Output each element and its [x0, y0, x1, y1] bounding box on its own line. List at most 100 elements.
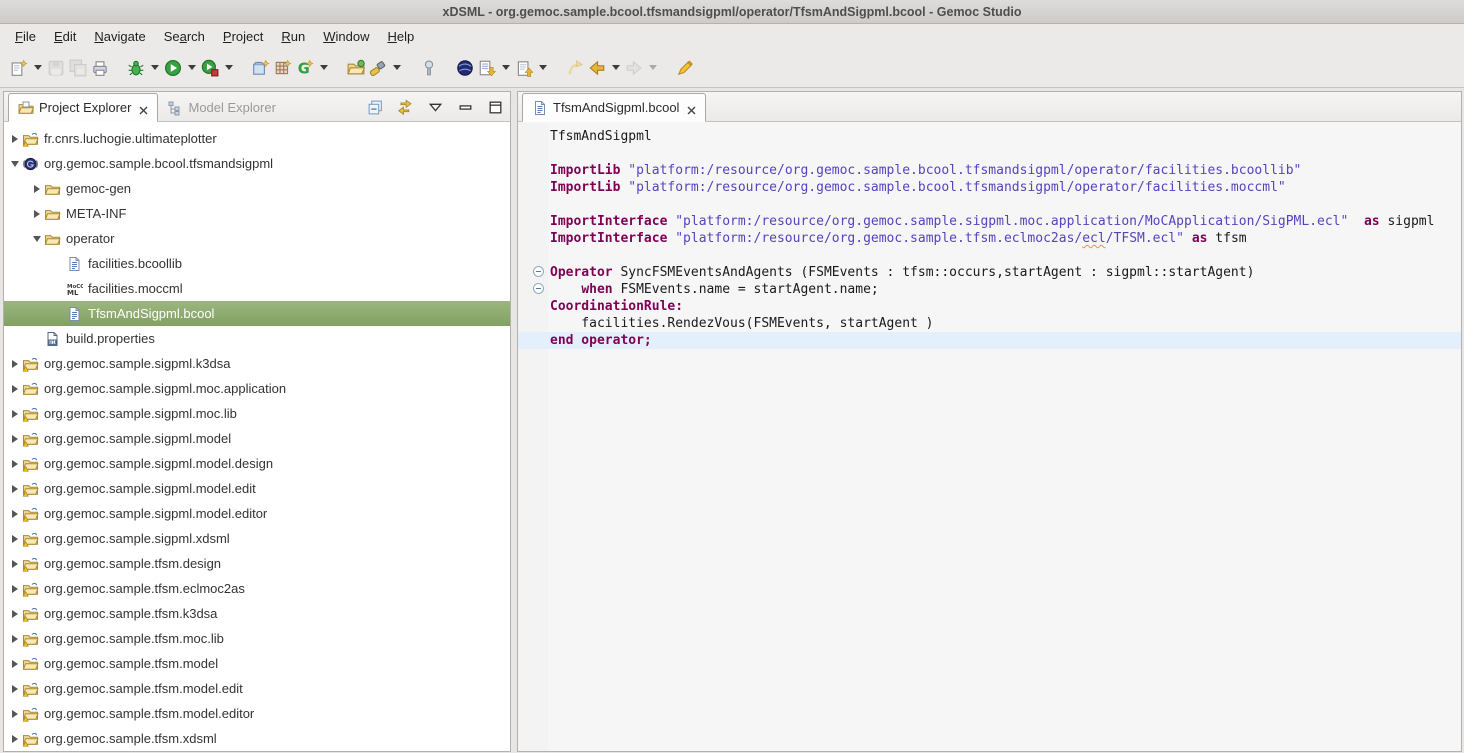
code-content[interactable]: TfsmAndSigpml ImportLib "platform:/resour… — [550, 123, 1461, 751]
run-button[interactable] — [162, 54, 184, 82]
run-configurations-button[interactable] — [199, 54, 221, 82]
fold-collapse-icon[interactable] — [533, 283, 544, 294]
new-wizard-button[interactable] — [8, 54, 30, 82]
new-gemoc-language-dropdown-arrow[interactable] — [320, 65, 328, 70]
expand-arrow-icon[interactable] — [12, 410, 18, 418]
close-icon[interactable] — [139, 103, 148, 112]
code-line[interactable]: TfsmAndSigpml — [550, 128, 1461, 145]
close-icon[interactable] — [687, 103, 696, 112]
view-tab-model-explorer[interactable]: Model Explorer — [158, 93, 284, 122]
expand-arrow-icon[interactable] — [12, 435, 18, 443]
expand-arrow-icon[interactable] — [34, 185, 40, 193]
tree-item-org-gemoc-sample-tfsm-model-edit[interactable]: org.gemoc.sample.tfsm.model.edit — [4, 676, 510, 701]
expand-arrow-icon[interactable] — [12, 385, 18, 393]
open-task-button[interactable] — [476, 54, 498, 82]
code-line[interactable]: ImportLib "platform:/resource/org.gemoc.… — [550, 179, 1461, 196]
window-titlebar[interactable]: xDSML - org.gemoc.sample.bcool.tfsmandsi… — [0, 0, 1464, 24]
tree-item-facilities-bcoollib[interactable]: facilities.bcoollib — [4, 251, 510, 276]
collapse-all-icon[interactable] — [367, 99, 384, 116]
tree-item-org-gemoc-sample-sigpml-model-editor[interactable]: org.gemoc.sample.sigpml.model.editor — [4, 501, 510, 526]
menu-file[interactable]: File — [6, 26, 45, 47]
tree-item-org-gemoc-sample-sigpml-xdsml[interactable]: org.gemoc.sample.sigpml.xdsml — [4, 526, 510, 551]
run-dropdown-arrow[interactable] — [188, 65, 196, 70]
expand-arrow-icon[interactable] — [12, 610, 18, 618]
menu-navigate[interactable]: Navigate — [85, 26, 154, 47]
expand-arrow-icon[interactable] — [12, 735, 18, 743]
tree-item-org-gemoc-sample-tfsm-model-editor[interactable]: org.gemoc.sample.tfsm.model.editor — [4, 701, 510, 726]
code-line[interactable] — [550, 196, 1461, 213]
code-line[interactable]: ImportLib "platform:/resource/org.gemoc.… — [550, 162, 1461, 179]
tree-item-org-gemoc-sample-tfsm-model[interactable]: org.gemoc.sample.tfsm.model — [4, 651, 510, 676]
menu-edit[interactable]: Edit — [45, 26, 85, 47]
menu-window[interactable]: Window — [314, 26, 378, 47]
navigate-to-file-button[interactable] — [513, 54, 535, 82]
new-modeling-project-button[interactable] — [250, 54, 272, 82]
run-configurations-dropdown-arrow[interactable] — [225, 65, 233, 70]
project-tree[interactable]: fr.cnrs.luchogie.ultimateplotter org.gemo… — [4, 123, 510, 751]
new-gemoc-language-button[interactable]: G — [294, 54, 316, 82]
expand-arrow-icon[interactable] — [12, 510, 18, 518]
maximize-icon[interactable] — [487, 99, 504, 116]
expand-arrow-icon[interactable] — [12, 535, 18, 543]
view-menu-icon[interactable] — [427, 99, 444, 116]
menu-project[interactable]: Project — [214, 26, 272, 47]
code-line[interactable]: when FSMEvents.name = startAgent.name; — [550, 281, 1461, 298]
expand-arrow-icon[interactable] — [34, 210, 40, 218]
tree-item-tfsmandsigpml-bcool[interactable]: TfsmAndSigpml.bcool — [4, 301, 510, 326]
menu-help[interactable]: Help — [378, 26, 423, 47]
tree-item-org-gemoc-sample-sigpml-moc-lib[interactable]: org.gemoc.sample.sigpml.moc.lib — [4, 401, 510, 426]
text-editor[interactable]: TfsmAndSigpml ImportLib "platform:/resour… — [518, 123, 1461, 751]
tree-item-operator[interactable]: operator — [4, 226, 510, 251]
expand-arrow-icon[interactable] — [12, 585, 18, 593]
code-line[interactable]: CoordinationRule: — [550, 298, 1461, 315]
web-browser-button[interactable] — [454, 54, 476, 82]
code-line[interactable]: facilities.RendezVous(FSMEvents, startAg… — [550, 315, 1461, 332]
menu-run[interactable]: Run — [272, 26, 314, 47]
tree-item-org-gemoc-sample-tfsm-xdsml[interactable]: org.gemoc.sample.tfsm.xdsml — [4, 726, 510, 751]
tree-item-org-gemoc-sample-tfsm-design[interactable]: org.gemoc.sample.tfsm.design — [4, 551, 510, 576]
expand-arrow-icon[interactable] — [12, 635, 18, 643]
expand-arrow-icon[interactable] — [12, 360, 18, 368]
tree-item-facilities-moccml[interactable]: MoCCMLfacilities.moccml — [4, 276, 510, 301]
code-line[interactable] — [550, 145, 1461, 162]
collapse-arrow-icon[interactable] — [33, 236, 41, 242]
back-button[interactable] — [586, 54, 608, 82]
tree-item-org-gemoc-sample-sigpml-k3dsa[interactable]: org.gemoc.sample.sigpml.k3dsa — [4, 351, 510, 376]
expand-arrow-icon[interactable] — [12, 710, 18, 718]
tree-item-gemoc-gen[interactable]: gemoc-gen — [4, 176, 510, 201]
code-line[interactable] — [550, 247, 1461, 264]
code-line[interactable]: ImportInterface "platform:/resource/org.… — [550, 230, 1461, 247]
open-task-dropdown-arrow[interactable] — [502, 65, 510, 70]
navigate-to-file-dropdown-arrow[interactable] — [539, 65, 547, 70]
mark-occurrences-button[interactable] — [674, 54, 696, 82]
expand-arrow-icon[interactable] — [12, 685, 18, 693]
last-edit-location-button[interactable] — [564, 54, 586, 82]
code-line[interactable]: Operator SyncFSMEventsAndAgents (FSMEven… — [550, 264, 1461, 281]
debug-button[interactable] — [125, 54, 147, 82]
tree-item-org-gemoc-sample-tfsm-k3dsa[interactable]: org.gemoc.sample.tfsm.k3dsa — [4, 601, 510, 626]
expand-arrow-icon[interactable] — [12, 135, 18, 143]
menu-search[interactable]: Search — [155, 26, 214, 47]
tree-item-org-gemoc-sample-sigpml-model-design[interactable]: org.gemoc.sample.sigpml.model.design — [4, 451, 510, 476]
fold-collapse-icon[interactable] — [533, 266, 544, 277]
tree-item-org-gemoc-sample-sigpml-moc-application[interactable]: org.gemoc.sample.sigpml.moc.application — [4, 376, 510, 401]
expand-arrow-icon[interactable] — [12, 460, 18, 468]
minimize-icon[interactable] — [457, 99, 474, 116]
tree-item-build-properties[interactable]: 010build.properties — [4, 326, 510, 351]
search-button[interactable] — [367, 54, 389, 82]
search-dropdown-arrow[interactable] — [393, 65, 401, 70]
editor-tab-tfsmandsigpml-bcool[interactable]: TfsmAndSigpml.bcool — [522, 93, 706, 122]
new-wizard-dropdown-arrow[interactable] — [34, 65, 42, 70]
tree-item-org-gemoc-sample-tfsm-moc-lib[interactable]: org.gemoc.sample.tfsm.moc.lib — [4, 626, 510, 651]
code-line-current[interactable]: end operator; — [518, 332, 1461, 349]
print-button[interactable] — [89, 54, 111, 82]
tree-item-meta-inf[interactable]: META-INF — [4, 201, 510, 226]
open-resource-button[interactable] — [345, 54, 367, 82]
expand-arrow-icon[interactable] — [12, 660, 18, 668]
code-line[interactable]: ImportInterface "platform:/resource/org.… — [550, 213, 1461, 230]
external-tools-button[interactable] — [418, 54, 440, 82]
tree-item-fr-cnrs-luchogie-ultimateplotter[interactable]: fr.cnrs.luchogie.ultimateplotter — [4, 126, 510, 151]
link-with-editor-icon[interactable] — [397, 99, 414, 116]
tree-item-org-gemoc-sample-sigpml-model-edit[interactable]: org.gemoc.sample.sigpml.model.edit — [4, 476, 510, 501]
collapse-arrow-icon[interactable] — [11, 161, 19, 167]
